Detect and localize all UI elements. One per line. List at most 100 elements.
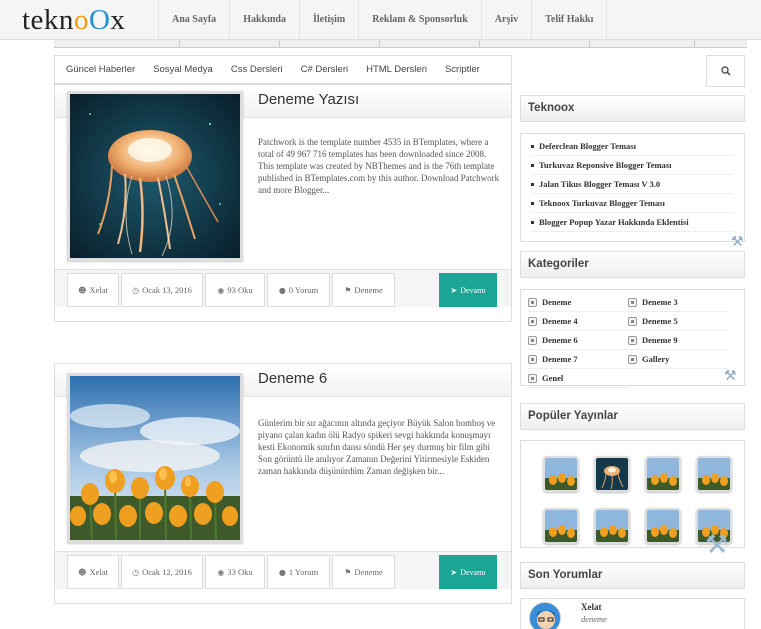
category-item[interactable]: Deneme 5: [628, 312, 728, 331]
tab-css[interactable]: Css Dersleri: [222, 64, 292, 75]
tag-icon: ⚑: [344, 285, 352, 295]
post-reads: ◉ 33 Oku: [205, 555, 265, 589]
clock-icon: ◷: [132, 285, 140, 295]
tab-csharp[interactable]: C# Dersleri: [292, 64, 358, 75]
nav-item-copyright[interactable]: Telif Hakkı: [531, 0, 608, 40]
tulips-photo: [70, 376, 240, 540]
popular-post-thumb[interactable]: [645, 456, 681, 492]
tools-icon[interactable]: ⚒: [724, 368, 737, 384]
comment-author[interactable]: Xelat: [581, 602, 602, 612]
post-reads: ◉ 93 Oku: [205, 273, 265, 307]
eye-icon: ◉: [217, 567, 225, 577]
category-item[interactable]: Deneme 9: [628, 331, 728, 350]
post-comments[interactable]: ● 1 Yorum: [267, 555, 330, 589]
folder-icon: [528, 316, 537, 326]
popular-post-thumb[interactable]: [645, 508, 681, 544]
comment-icon: ●: [278, 567, 286, 577]
nav-item-contact[interactable]: İletişim: [299, 0, 358, 40]
tab-html[interactable]: HTML Dersleri: [357, 64, 436, 75]
nav-item-ads[interactable]: Reklam & Sponsorluk: [358, 0, 481, 40]
eye-icon: ◉: [217, 285, 225, 295]
list-item[interactable]: Jalan Tikus Blogger Teması V 3.0: [531, 175, 734, 194]
popular-post-thumb[interactable]: [594, 508, 630, 544]
teknoox-widget: Deferclean Blogger Teması Turkuvaz Repon…: [520, 133, 745, 242]
list-item[interactable]: Deferclean Blogger Teması: [531, 137, 734, 156]
post-label[interactable]: ⚑ Deneme: [332, 555, 395, 589]
post-comments[interactable]: ● 0 Yorum: [267, 273, 330, 307]
list-item[interactable]: Turkuvaz Reponsive Blogger Teması: [531, 156, 734, 175]
post-thumbnail[interactable]: [67, 373, 243, 543]
category-item[interactable]: Deneme 7: [528, 350, 628, 369]
post-thumbnail[interactable]: [67, 91, 243, 261]
post-label[interactable]: ⚑ Deneme: [332, 273, 395, 307]
tools-icon[interactable]: ⚒: [731, 234, 744, 250]
comment-icon: ●: [278, 285, 286, 295]
post-date: ◷ Ocak 12, 2016: [121, 555, 203, 589]
tab-current-news[interactable]: Güncel Haberler: [55, 64, 144, 75]
categories-widget: Deneme Deneme 3 Deneme 4 Deneme 5 Deneme…: [520, 289, 745, 388]
arrow-circle-icon: ➤: [450, 567, 458, 577]
post-card: Deneme 6 Günlerim bir sır ağacının altın…: [54, 363, 512, 604]
category-item[interactable]: Deneme 3: [628, 293, 728, 312]
widget-title-teknoox: Teknoox: [520, 95, 745, 122]
popular-posts-grid: [543, 456, 732, 544]
category-item[interactable]: Deneme 4: [528, 312, 628, 331]
avatar-image: [530, 603, 560, 629]
post-author[interactable]: ☻ Xelat: [67, 555, 119, 589]
site-header: teknoOx Ana Sayfa Hakkında İletişim Rekl…: [0, 0, 761, 40]
nav-item-archive[interactable]: Arşiv: [480, 0, 531, 40]
popular-post-thumb[interactable]: [543, 456, 579, 492]
post-card: Deneme Yazısı Patchwork is the template …: [54, 84, 512, 322]
post-date: ◷ Ocak 13, 2016: [121, 273, 203, 307]
list-item[interactable]: Blogger Popup Yazar Hakkında Eklentisi: [531, 213, 734, 232]
post-excerpt: Patchwork is the template number 4535 in…: [258, 137, 500, 195]
avatar[interactable]: [529, 602, 561, 629]
post-meta-bar: ☻ Xelat ◷ Ocak 13, 2016 ◉ 93 Oku ● 0 Yorum ⚑…: [55, 269, 511, 307]
popular-post-thumb[interactable]: [543, 508, 579, 544]
jellyfish-photo: [70, 94, 240, 258]
jellyfish-photo: [596, 458, 628, 490]
widget-title-recent-comments: Son Yorumlar: [520, 562, 745, 589]
folder-icon: [628, 354, 637, 364]
arrow-circle-icon: ➤: [450, 285, 458, 295]
sub-nav-bar: [54, 40, 747, 48]
post-title[interactable]: Deneme 6: [258, 370, 327, 387]
categories-list: Deneme Deneme 3 Deneme 4 Deneme 5 Deneme…: [528, 293, 738, 388]
search-icon: [720, 66, 731, 76]
user-icon: ☻: [78, 567, 87, 577]
tulips-photo: [545, 458, 577, 490]
category-item[interactable]: Deneme: [528, 293, 628, 312]
site-logo[interactable]: teknoOx: [22, 4, 125, 37]
tulips-photo: [698, 458, 730, 490]
nav-item-about[interactable]: Hakkında: [229, 0, 299, 40]
tools-icon[interactable]: ⚒: [705, 530, 728, 560]
tag-icon: ⚑: [344, 567, 352, 577]
widget-title-categories: Kategoriler: [520, 251, 745, 278]
search-button[interactable]: [706, 55, 745, 87]
popular-post-thumb[interactable]: [696, 456, 732, 492]
comment-text[interactable]: deneme: [581, 614, 607, 624]
read-more-button[interactable]: ➤ Devamı: [439, 273, 497, 307]
folder-icon: [528, 297, 537, 307]
teknoox-list: Deferclean Blogger Teması Turkuvaz Repon…: [521, 134, 744, 232]
tulips-photo: [647, 458, 679, 490]
category-item[interactable]: Genel: [528, 369, 628, 388]
post-title[interactable]: Deneme Yazısı: [258, 91, 359, 108]
clock-icon: ◷: [132, 567, 140, 577]
popular-post-thumb[interactable]: [594, 456, 630, 492]
read-more-button[interactable]: ➤ Devamı: [439, 555, 497, 589]
nav-item-home[interactable]: Ana Sayfa: [158, 0, 229, 40]
tab-scripts[interactable]: Scriptler: [436, 64, 489, 75]
post-author[interactable]: ☻ Xelat: [67, 273, 119, 307]
folder-icon: [528, 354, 537, 364]
tab-social-media[interactable]: Sosyal Medya: [144, 64, 222, 75]
folder-icon: [528, 373, 537, 383]
widget-title-popular: Popüler Yayınlar: [520, 403, 745, 430]
category-item[interactable]: Deneme 6: [528, 331, 628, 350]
tulips-photo: [596, 510, 628, 542]
post-meta-bar: ☻ Xelat ◷ Ocak 12, 2016 ◉ 33 Oku ● 1 Yorum ⚑…: [55, 551, 511, 589]
folder-icon: [528, 335, 537, 345]
category-item[interactable]: Gallery: [628, 350, 728, 369]
list-item[interactable]: Teknoox Turkuvaz Blogger Teması: [531, 194, 734, 213]
category-tabs: Güncel Haberler Sosyal Medya Css Dersler…: [54, 55, 512, 84]
